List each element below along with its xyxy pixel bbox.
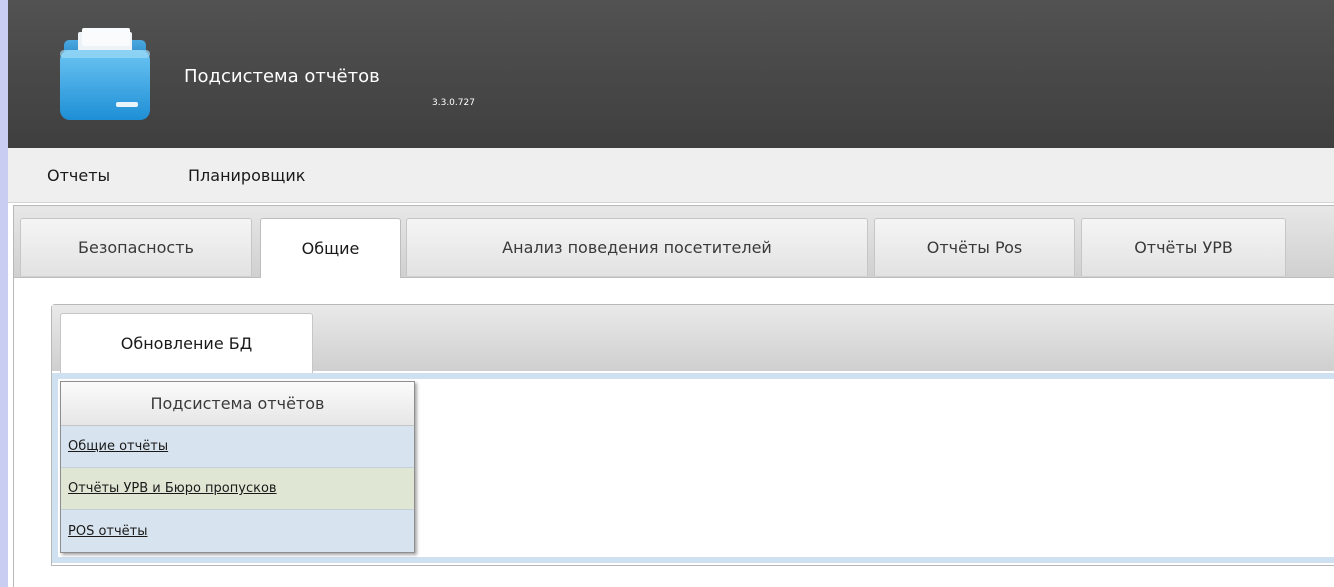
tab-pos-reports[interactable]: Отчёты Pos bbox=[874, 218, 1075, 276]
menu-item-reports[interactable]: Отчеты bbox=[47, 166, 110, 185]
page: Подсистема отчётов 3.3.0.727 Отчеты План… bbox=[0, 0, 1334, 587]
folder-icon bbox=[60, 28, 150, 120]
app-version: 3.3.0.727 bbox=[432, 98, 475, 108]
report-list-header: Подсистема отчётов bbox=[61, 382, 414, 426]
tab-visitor-behavior[interactable]: Анализ поведения посетителей bbox=[406, 218, 868, 276]
tab-general[interactable]: Общие bbox=[260, 218, 401, 278]
app-title: Подсистема отчётов bbox=[184, 66, 380, 87]
report-link-pos[interactable]: POS отчёты bbox=[61, 510, 414, 552]
tab-urv-reports[interactable]: Отчёты УРВ bbox=[1081, 218, 1286, 276]
report-link-general[interactable]: Общие отчёты bbox=[61, 426, 414, 468]
left-border bbox=[0, 0, 8, 587]
tab-db-update[interactable]: Обновление БД bbox=[60, 313, 313, 373]
app-header: Подсистема отчётов 3.3.0.727 bbox=[8, 0, 1334, 148]
menu-item-scheduler[interactable]: Планировщик bbox=[188, 166, 305, 185]
report-link-urv-pass-office[interactable]: Отчёты УРВ и Бюро пропусков bbox=[61, 468, 414, 510]
tab-security[interactable]: Безопасность bbox=[20, 218, 252, 276]
report-list: Подсистема отчётов Общие отчёты Отчёты У… bbox=[60, 381, 415, 553]
